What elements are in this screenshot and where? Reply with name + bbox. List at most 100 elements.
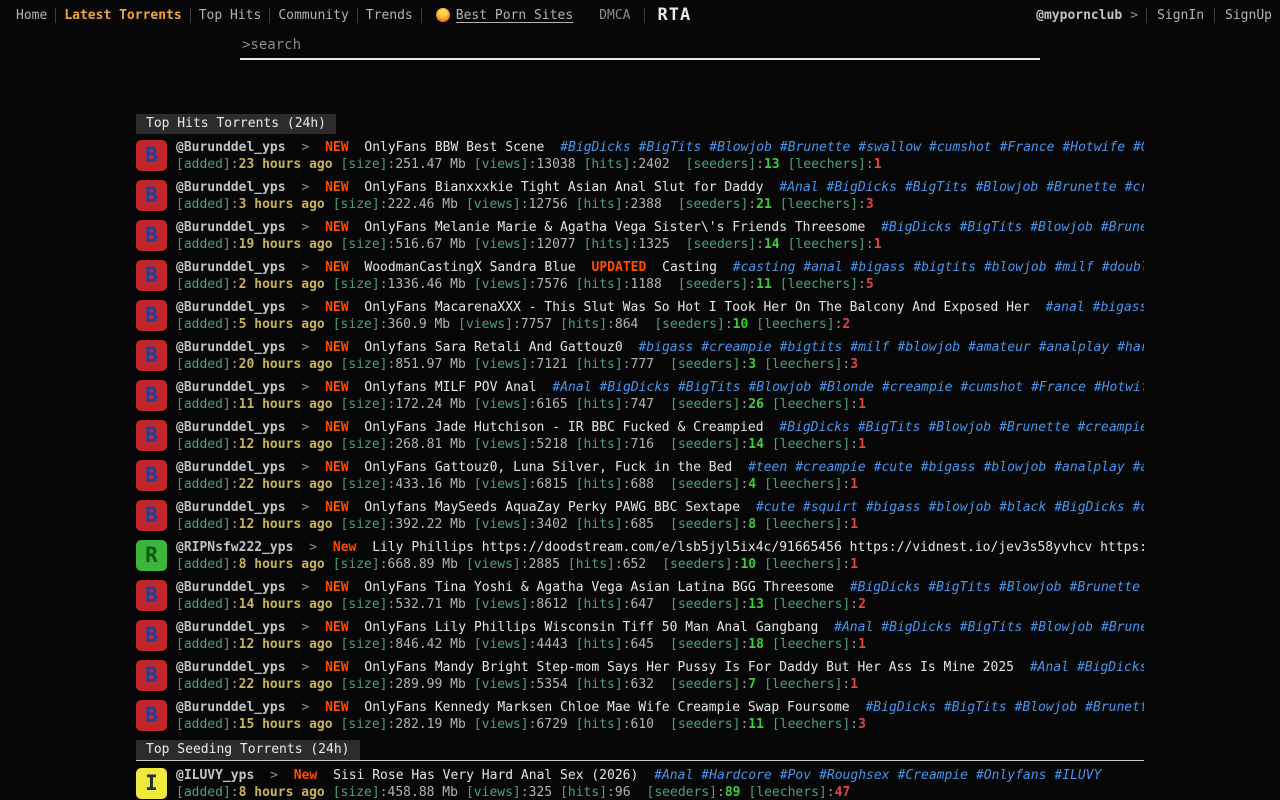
uploader-link[interactable]: @ILUVY_yps [176, 768, 254, 783]
tag-link[interactable]: #creampie [795, 460, 865, 475]
tag-link[interactable]: #Anal [779, 180, 818, 195]
uploader-avatar[interactable]: B [136, 140, 167, 171]
tag-link[interactable]: #bigass [921, 460, 976, 475]
tag-link[interactable]: #bigass [638, 340, 693, 355]
uploader-link[interactable]: @Burunddel_yps [176, 380, 286, 395]
tag-link[interactable]: #BigDicks [850, 580, 920, 595]
tag-link[interactable]: #creampie [701, 340, 771, 355]
uploader-avatar[interactable]: B [136, 420, 167, 451]
tag-link[interactable]: #Blowjob [999, 580, 1062, 595]
uploader-avatar[interactable]: B [136, 340, 167, 371]
torrent-title[interactable]: Sisi Rose Has Very Hard Anal Sex (2026) [333, 768, 638, 783]
tag-link[interactable]: #creampie [882, 380, 952, 395]
tag-link[interactable]: #bigass [1093, 300, 1144, 315]
tag-link[interactable]: #Blowjob [1015, 700, 1078, 715]
uploader-avatar[interactable]: B [136, 700, 167, 731]
tag-link[interactable]: #BigTits [960, 220, 1023, 235]
uploader-link[interactable]: @Burunddel_yps [176, 340, 286, 355]
torrent-title[interactable]: OnlyFans Kennedy Marksen Chloe Mae Wife … [364, 700, 849, 715]
uploader-avatar[interactable]: I [136, 768, 167, 799]
tag-link[interactable]: #Anal [834, 620, 873, 635]
tag-link[interactable]: #bigass [851, 260, 906, 275]
account-link[interactable]: @mypornclub [1036, 8, 1122, 23]
tag-link[interactable]: #BigDicks [600, 380, 670, 395]
tag-link[interactable]: #blowjob [898, 340, 961, 355]
rta-logo[interactable]: RTA [657, 5, 691, 25]
uploader-link[interactable]: @Burunddel_yps [176, 660, 286, 675]
tag-link[interactable]: #Brunette [1101, 220, 1144, 235]
tag-link[interactable]: #cumshot [929, 140, 992, 155]
tag-link[interactable]: #Roughsex [819, 768, 889, 783]
tag-link[interactable]: #cumshot [960, 380, 1023, 395]
tag-link[interactable]: #milf [1055, 260, 1094, 275]
tag-link[interactable]: #teen [748, 460, 787, 475]
uploader-avatar[interactable]: B [136, 180, 167, 211]
torrent-title[interactable]: Onlyfans MaySeeds AquaZay Perky PAWG BBC… [364, 500, 740, 515]
tag-link[interactable]: #ILUVY [1054, 768, 1101, 783]
tag-link[interactable]: #BigTits [905, 180, 968, 195]
tag-link[interactable]: #Brunette [1070, 580, 1140, 595]
tag-link[interactable]: #Hardcore [701, 768, 771, 783]
uploader-link[interactable]: @Burunddel_yps [176, 620, 286, 635]
torrent-title[interactable]: OnlyFans Jade Hutchison - IR BBC Fucked … [364, 420, 763, 435]
tag-link[interactable]: #BigTits [960, 620, 1023, 635]
tag-link[interactable]: #Brunette [1085, 700, 1144, 715]
tag-link[interactable]: #hardcore [1117, 340, 1144, 355]
tag-link[interactable]: #BigTits [928, 580, 991, 595]
torrent-title[interactable]: OnlyFans Bianxxxkie Tight Asian Anal Slu… [364, 180, 763, 195]
nav-trends[interactable]: Trends [358, 8, 421, 23]
tag-link[interactable]: #Anal [654, 768, 693, 783]
nav-community[interactable]: Community [270, 8, 356, 23]
torrent-title[interactable]: OnlyFans Lily Phillips Wisconsin Tiff 50… [364, 620, 818, 635]
tag-link[interactable]: #BigDicks [1054, 500, 1124, 515]
tag-link[interactable]: #analplay [1039, 340, 1109, 355]
uploader-avatar[interactable]: B [136, 580, 167, 611]
torrent-title[interactable]: OnlyFans MacarenaXXX - This Slut Was So … [364, 300, 1029, 315]
uploader-link[interactable]: @Burunddel_yps [176, 460, 286, 475]
tag-link[interactable]: #Blowjob [1030, 220, 1093, 235]
uploader-avatar[interactable]: B [136, 460, 167, 491]
uploader-link[interactable]: @Burunddel_yps [176, 180, 286, 195]
tag-link[interactable]: #Creampie [898, 768, 968, 783]
uploader-link[interactable]: @Burunddel_yps [176, 140, 286, 155]
tag-link[interactable]: #Hotwife [1062, 140, 1125, 155]
tag-link[interactable]: #BigDicks [827, 180, 897, 195]
torrent-title[interactable]: OnlyFans BBW Best Scene [364, 140, 544, 155]
uploader-link[interactable]: @Burunddel_yps [176, 700, 286, 715]
torrent-title[interactable]: OnlyFans Gattouz0, Luna Silver, Fuck in … [364, 460, 732, 475]
uploader-link[interactable]: @RIPNsfw222_yps [176, 540, 293, 555]
uploader-link[interactable]: @Burunddel_yps [176, 220, 286, 235]
torrent-title[interactable]: OnlyFans Tina Yoshi & Agatha Vega Asian … [364, 580, 834, 595]
tag-link[interactable]: #Brunette [1101, 620, 1144, 635]
tag-link[interactable]: #Hotwife [1094, 380, 1144, 395]
search-input[interactable] [240, 34, 1040, 58]
uploader-link[interactable]: @Burunddel_yps [176, 260, 286, 275]
tag-link[interactable]: #anal [803, 260, 842, 275]
signin-link[interactable]: SignIn [1155, 8, 1206, 23]
signup-link[interactable]: SignUp [1223, 8, 1274, 23]
torrent-title[interactable]: Onlyfans MILF POV Anal [364, 380, 536, 395]
nav-latest-torrents[interactable]: Latest Torrents [56, 8, 189, 23]
tag-link[interactable]: #amateur [1133, 460, 1144, 475]
dmca-link[interactable]: DMCA [599, 8, 630, 23]
tag-link[interactable]: #BigDicks [779, 420, 849, 435]
tag-link[interactable]: #analplay [1054, 460, 1124, 475]
tag-link[interactable]: #squirt [803, 500, 858, 515]
tag-link[interactable]: #BigTits [944, 700, 1007, 715]
tag-link[interactable]: #BigTits [639, 140, 702, 155]
tag-link[interactable]: #BigTits [858, 420, 921, 435]
tag-link[interactable]: #BigTits [678, 380, 741, 395]
tag-link[interactable]: #swallow [858, 140, 921, 155]
torrent-title[interactable]: Onlyfans Sara Retali And Gattouz0 [364, 340, 622, 355]
tag-link[interactable]: #Onlyfans [976, 768, 1046, 783]
tag-link[interactable]: #Blowjob [928, 420, 991, 435]
nav-top-hits[interactable]: Top Hits [191, 8, 270, 23]
torrent-title[interactable]: WoodmanCastingX Sandra Blue [364, 260, 575, 275]
tag-link[interactable]: #BigDicks [865, 700, 935, 715]
tag-link[interactable]: #bigtits [780, 340, 843, 355]
uploader-link[interactable]: @Burunddel_yps [176, 300, 286, 315]
tag-link[interactable]: #creampie [1125, 180, 1144, 195]
tag-link[interactable]: #casting [733, 260, 796, 275]
tag-link[interactable]: #blowjob [984, 260, 1047, 275]
tag-link[interactable]: #bigtits [913, 260, 976, 275]
